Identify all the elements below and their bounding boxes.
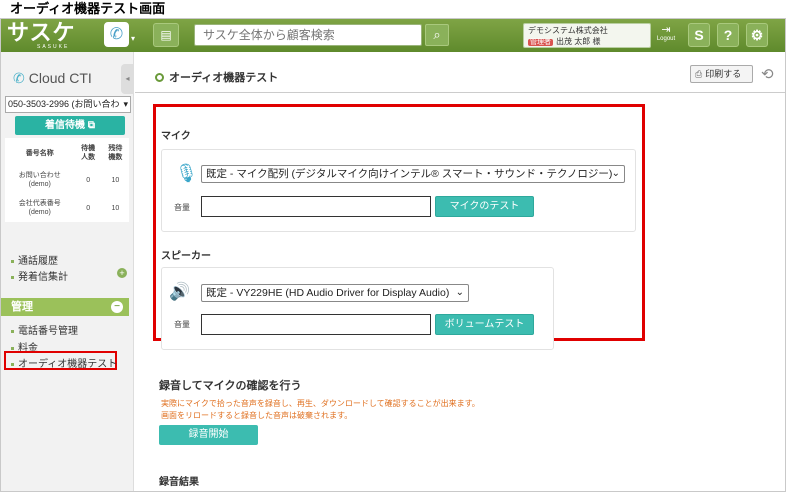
phone-icon[interactable]: ✆ <box>104 22 129 47</box>
sidebar-item-phone-number-management[interactable]: 電話番号管理 <box>11 322 78 337</box>
sasuke-menu-button[interactable]: S <box>688 23 710 47</box>
logo-text: サスケ <box>7 21 76 46</box>
printer-icon: ⎙ <box>695 69 703 79</box>
speaker-device-select[interactable]: 既定 - VY229HE (HD Audio Driver for Displa… <box>201 284 469 302</box>
divider <box>135 92 785 93</box>
main-content: オーディオ機器テスト ⎙ 印刷する ⟲ マイク 🎙 既定 - マイク配列 (デジタ… <box>135 52 785 491</box>
line-select[interactable]: 050-3503-2996 (お問い合わ ▾ <box>5 96 131 113</box>
microphone-icon: 🎙 <box>175 163 198 183</box>
column-header: 番号名称 <box>25 149 54 157</box>
sidebar-collapse-button[interactable]: ◂ <box>121 64 134 94</box>
speaker-icon: 🔊 <box>169 282 191 301</box>
speaker-heading: スピーカー <box>161 251 211 262</box>
volume-test-button[interactable]: ボリュームテスト <box>435 314 534 335</box>
logout-button[interactable]: ⇥ Logout <box>654 23 678 48</box>
page-heading: オーディオ機器テスト画面 <box>10 1 166 16</box>
chevron-down-icon: ▾ <box>123 99 128 109</box>
recording-note: 画面をリロードすると録音した音声は破棄されます。 <box>161 411 353 420</box>
mic-panel <box>161 149 636 232</box>
column-header: 待機 人数 <box>81 145 96 161</box>
recording-result-heading: 録音結果 <box>159 477 199 488</box>
circle-icon <box>155 73 164 82</box>
print-button[interactable]: ⎙ 印刷する <box>690 65 753 83</box>
admin-section-header[interactable]: 管理 − <box>1 298 129 316</box>
mic-volume-meter <box>201 196 431 217</box>
help-button[interactable]: ? <box>717 23 739 47</box>
chevron-down-icon[interactable]: ▾ <box>131 34 135 43</box>
sasuke-logo[interactable]: サスケ SASUKE <box>7 21 97 51</box>
minus-icon: − <box>111 301 123 313</box>
logo-subtext: SASUKE <box>37 44 70 50</box>
external-link-icon: ⧉ <box>87 120 95 131</box>
sidebar-item-call-history[interactable]: 通話履歴 <box>11 252 58 267</box>
speaker-volume-label: 音量 <box>174 320 190 329</box>
recording-heading: 録音してマイクの確認を行う <box>159 380 302 392</box>
plus-icon[interactable]: + <box>117 268 127 278</box>
sidebar: ✆ Cloud CTI ◂ 050-3503-2996 (お問い合わ ▾ 着信待機… <box>1 52 134 491</box>
chevron-down-icon: ⌄ <box>455 287 464 298</box>
recording-note: 実際にマイクで拾った音声を録音し、再生、ダウンロードして確認することが出来ます。 <box>161 399 480 408</box>
search-icon[interactable]: ⌕ <box>425 24 449 46</box>
top-navigation-bar: サスケ SASUKE ✆ ▾ ▤ ⌕ デモシステム株式会社 管理者出茂 太郎 様… <box>1 19 785 52</box>
gear-icon[interactable]: ⚙ <box>746 23 768 47</box>
user-info[interactable]: デモシステム株式会社 管理者 出茂 太郎 様 <box>523 23 651 48</box>
reload-icon[interactable]: ⟲ <box>761 65 774 83</box>
chevron-down-icon: ⌄ <box>611 168 620 179</box>
mic-test-button[interactable]: マイクのテスト <box>435 196 534 217</box>
column-header: 残待 機数 <box>108 145 123 161</box>
speaker-volume-meter <box>201 314 431 335</box>
sidebar-item-call-stats[interactable]: 発着信集計 <box>11 268 68 283</box>
logout-label: Logout <box>656 36 676 42</box>
queue-table: 番号名称 待機 人数 残待 機数 お問い合わせ (demo) 0 10 会社代表番号(… <box>5 138 129 222</box>
mic-heading: マイク <box>161 131 191 142</box>
mic-device-select[interactable]: 既定 - マイク配列 (デジタルマイク向けインテル® スマート・サウンド・テクノ… <box>201 165 625 183</box>
sidebar-title: ✆ Cloud CTI <box>13 70 92 86</box>
chat-icon[interactable]: ▤ <box>153 23 179 47</box>
table-row: お問い合わせ (demo) 0 10 <box>18 172 120 188</box>
speaker-panel <box>161 267 554 350</box>
mic-volume-label: 音量 <box>174 203 190 212</box>
start-recording-button[interactable]: 録音開始 <box>159 425 258 445</box>
page-title: オーディオ機器テスト <box>155 69 278 85</box>
waiting-button[interactable]: 着信待機 ⧉ <box>15 116 125 135</box>
sidebar-item-audio-device-test[interactable]: オーディオ機器テスト <box>11 355 117 370</box>
app-window: サスケ SASUKE ✆ ▾ ▤ ⌕ デモシステム株式会社 管理者出茂 太郎 様… <box>0 18 786 492</box>
phone-icon: ✆ <box>13 70 25 86</box>
table-row: 会社代表番号 (demo) 0 10 <box>18 200 120 216</box>
company-name: デモシステム株式会社 <box>528 26 608 35</box>
table-header-row: 番号名称 待機 人数 残待 機数 <box>5 138 129 166</box>
logout-icon: ⇥ <box>661 24 671 36</box>
customer-search-input[interactable] <box>194 24 422 46</box>
role-badge: 管理者 <box>528 39 553 46</box>
user-name: 出茂 太郎 様 <box>556 37 601 46</box>
